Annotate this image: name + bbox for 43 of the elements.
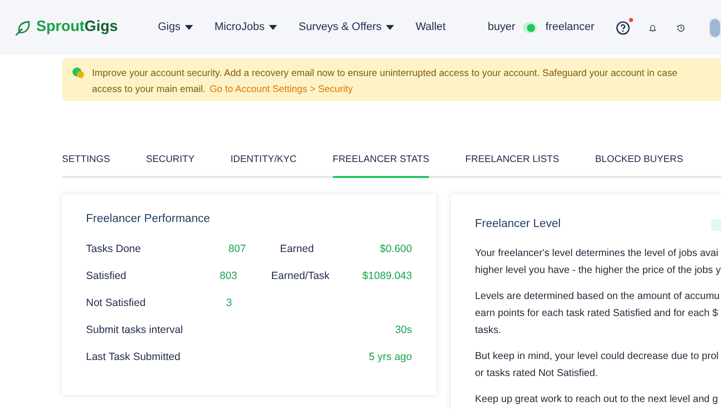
settings-tab[interactable]: SECURITY bbox=[146, 144, 194, 178]
stat-value: 807 bbox=[227, 242, 246, 258]
chat-bubbles-icon bbox=[72, 67, 85, 79]
level-text-line: earn points for each task rated Satisfied and for each $ bbox=[475, 307, 719, 322]
level-badge bbox=[711, 218, 721, 231]
level-text-line: Levels are determined based on the amount of accumu bbox=[475, 290, 721, 304]
stat-label: Earned bbox=[280, 242, 315, 258]
stat-label: Earned/Task bbox=[271, 269, 331, 284]
nav-menu-item[interactable]: Wallet bbox=[416, 19, 446, 36]
stat-value: 3 bbox=[225, 296, 232, 312]
help-icon[interactable] bbox=[616, 20, 630, 34]
stat-label: Submit tasks interval bbox=[86, 323, 184, 338]
nav-menu-item[interactable]: MicroJobs bbox=[214, 19, 277, 36]
stat-value: $1089.043 bbox=[362, 269, 412, 284]
level-text-line: higher level you have - the higher the price of the jobs y bbox=[475, 264, 721, 278]
settings-tab[interactable]: SETTINGS bbox=[62, 144, 110, 178]
settings-tab[interactable]: BLOCKED BUYERS bbox=[595, 144, 684, 178]
level-text-line: tasks. bbox=[475, 324, 502, 338]
nav-menu-item[interactable]: Surveys & Offers bbox=[298, 19, 394, 36]
stat-value: 30s bbox=[395, 323, 412, 338]
stat-value: 803 bbox=[218, 269, 238, 284]
stat-label: Satisfied bbox=[86, 269, 128, 284]
level-text-line: Your freelancer's level determines the level of jobs avai bbox=[475, 247, 720, 262]
level-text-line: or tasks rated Not Satisfied. bbox=[475, 367, 599, 382]
stat-label: Not Satisfied bbox=[86, 296, 147, 312]
banner-text: Improve your account security. Add a recovery email now to ensure uninterrupted access to your account. Safeguard your account in case bbox=[92, 67, 678, 81]
card-title: Freelancer Level bbox=[475, 217, 561, 232]
settings-tab[interactable]: IDENTITY/KYC bbox=[230, 144, 297, 178]
nav-menu-item[interactable]: Gigs bbox=[158, 19, 192, 36]
stat-value: $0.600 bbox=[380, 242, 412, 258]
banner-text: access to your main email. bbox=[92, 83, 206, 97]
level-text-line: Keep up great work to reach out to the next level and g bbox=[475, 393, 719, 408]
card-title: Freelancer Performance bbox=[86, 212, 211, 227]
level-text-line: But keep in mind, your level could decrease due to prol bbox=[475, 350, 720, 364]
settings-tab[interactable]: FREELANCER STATS bbox=[332, 144, 430, 178]
role-label: freelancer bbox=[545, 20, 594, 36]
stat-label: Last Task Submitted bbox=[86, 350, 182, 366]
stat-value: 5 yrs ago bbox=[368, 350, 412, 366]
role-label: buyer bbox=[488, 20, 516, 36]
settings-tab[interactable]: FREELANCER LISTS bbox=[465, 144, 560, 178]
brand-logo[interactable]: SproutGigs bbox=[36, 16, 118, 39]
role-toggle[interactable] bbox=[523, 22, 538, 33]
stat-label: Tasks Done bbox=[86, 242, 142, 258]
